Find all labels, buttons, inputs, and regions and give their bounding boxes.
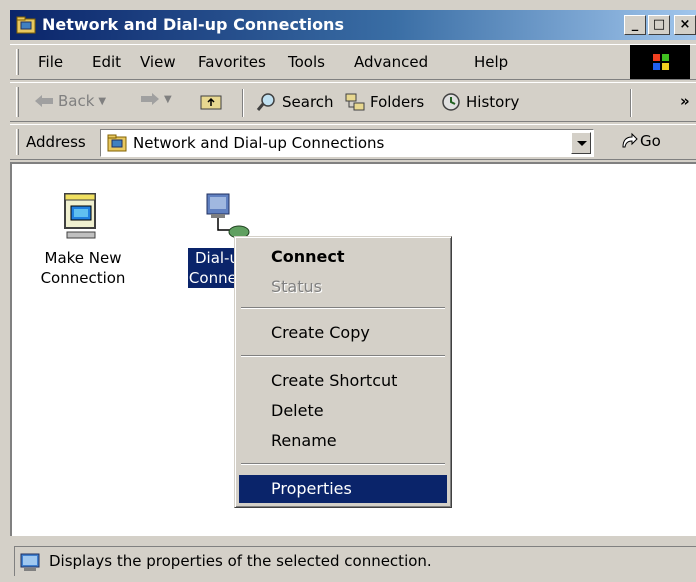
history-label: History [466,93,520,111]
forward-dropdown-icon[interactable]: ▼ [164,94,172,105]
menu-favorites[interactable]: Favorites [198,53,266,71]
status-bar: Displays the properties of the selected … [10,540,696,582]
menu-item-delete[interactable]: Delete [239,397,447,425]
menu-file[interactable]: File [38,53,63,71]
forward-button[interactable]: ▼ [140,92,172,106]
make-new-connection-label-line2: Connection [40,269,126,287]
windows-logo-throbber [630,45,690,79]
windows-flag-icon [653,54,669,70]
dialup-connection-label-line1: Dial-u [194,249,239,267]
menu-item-create-copy[interactable]: Create Copy [239,319,447,347]
search-label: Search [282,93,334,111]
minimize-button[interactable]: _ [624,15,646,35]
forward-arrow-icon [141,93,159,105]
folders-button[interactable]: Folders [344,92,424,112]
toolbar-overflow-chevron[interactable]: » [680,92,690,110]
context-menu: Connect Status Create Copy Create Shortc… [234,236,452,508]
network-folder-icon [16,16,36,34]
back-dropdown-icon[interactable]: ▼ [98,96,106,107]
menu-bar: File Edit View Favorites Tools Advanced … [10,44,696,80]
back-label: Back [58,92,95,110]
history-icon [442,93,460,111]
make-new-connection-item[interactable]: Make New Connection [28,192,138,288]
status-bar-panel: Displays the properties of the selected … [14,546,696,576]
folders-icon [345,93,365,111]
addressbar-grip[interactable] [16,129,19,155]
menu-item-connect[interactable]: Connect [239,243,447,271]
address-label: Address [26,133,86,151]
close-button[interactable]: × [674,15,696,35]
go-arrow-icon [622,132,638,148]
address-bar: Address Network and Dial-up Connections … [10,124,696,160]
menu-view[interactable]: View [140,53,176,71]
menu-edit[interactable]: Edit [92,53,121,71]
maximize-button[interactable]: □ [648,15,670,35]
search-icon [256,93,275,111]
address-dropdown-button[interactable] [571,132,591,154]
address-value: Network and Dial-up Connections [133,134,385,152]
back-arrow-icon [35,95,53,107]
up-folder-button[interactable] [200,92,222,110]
menu-item-rename[interactable]: Rename [239,427,447,455]
title-bar[interactable]: Network and Dial-up Connections _ □ × [10,10,696,40]
menu-separator [241,355,445,357]
address-input[interactable]: Network and Dial-up Connections [100,129,594,157]
window-title: Network and Dial-up Connections [42,15,344,34]
back-button[interactable]: Back ▼ [34,92,106,110]
toolbar-grip[interactable] [16,87,19,117]
up-folder-icon [200,95,222,110]
toolbar-separator [242,89,244,117]
make-new-connection-label-line1: Make New [44,249,122,267]
network-connection-icon [20,553,40,571]
toolbar-separator-2 [630,89,632,117]
history-button[interactable]: History [440,92,519,112]
go-label: Go [640,132,661,150]
folders-label: Folders [370,93,425,111]
menu-advanced[interactable]: Advanced [354,53,428,71]
standard-toolbar: Back ▼ ▼ Search Folders History » [10,82,696,122]
menu-item-create-shortcut[interactable]: Create Shortcut [239,367,447,395]
explorer-window: Network and Dial-up Connections _ □ × Fi… [0,0,696,582]
menu-help[interactable]: Help [474,53,508,71]
menu-separator [241,463,445,465]
go-button[interactable]: Go [620,132,661,150]
network-folder-icon [107,134,127,152]
status-text: Displays the properties of the selected … [49,552,432,570]
menubar-grip[interactable] [16,49,19,75]
make-new-connection-label: Make New Connection [40,248,127,288]
menu-item-properties[interactable]: Properties [239,475,447,503]
search-button[interactable]: Search [256,92,334,112]
menu-tools[interactable]: Tools [288,53,325,71]
menu-separator [241,307,445,309]
menu-item-status: Status [271,277,322,296]
make-new-connection-icon [59,192,107,244]
